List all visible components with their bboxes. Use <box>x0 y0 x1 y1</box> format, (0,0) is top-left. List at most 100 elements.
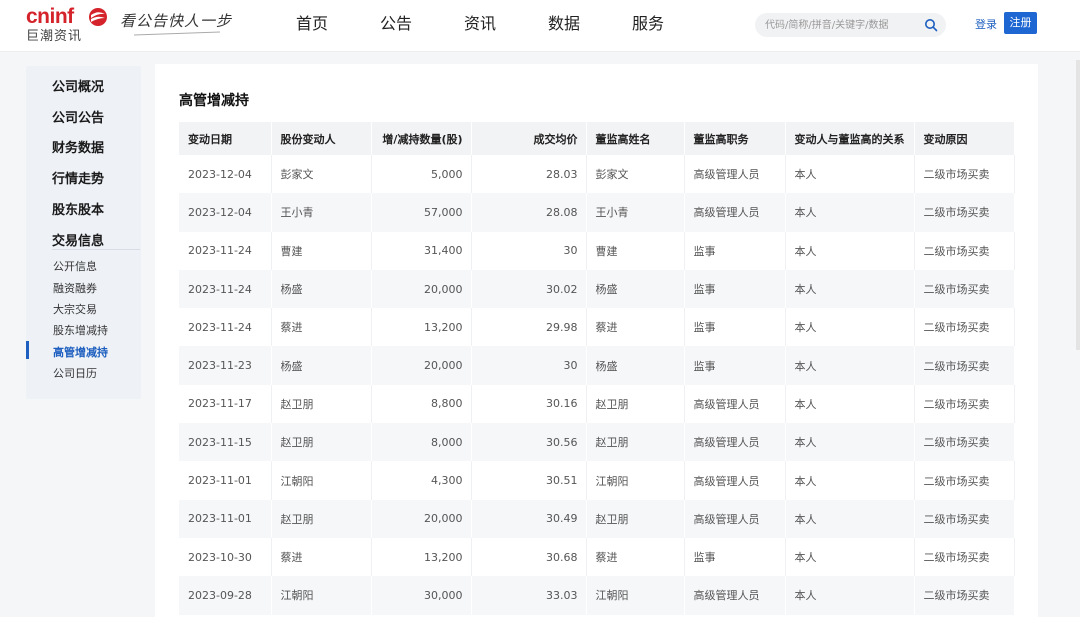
cell-reason: 二级市场买卖 <box>914 155 1015 194</box>
cell-changer: 杨盛 <box>271 346 372 385</box>
cell-date: 2023-11-24 <box>179 308 272 347</box>
sidebar-sub-public-info[interactable]: 公开信息 <box>53 258 97 274</box>
table-row: 2023-10-30 蔡进 13,200 30.68 蔡进 监事 本人 二级市场买卖 <box>179 537 1015 577</box>
cell-reason: 二级市场买卖 <box>914 346 1015 385</box>
search-icon[interactable] <box>924 18 938 32</box>
col-header-relation[interactable]: 变动人与董监高的关系 <box>785 122 915 155</box>
nav-services[interactable]: 服务 <box>606 0 690 50</box>
register-button[interactable]: 注册 <box>1004 12 1037 34</box>
table-row: 2023-11-24 杨盛 20,000 30.02 杨盛 监事 本人 二级市场买卖 <box>179 269 1015 309</box>
sidebar-item-company-announcements[interactable]: 公司公告 <box>52 107 104 126</box>
cell-exec-position: 高级管理人员 <box>684 384 786 424</box>
sidebar-active-indicator <box>26 341 29 359</box>
nav-announcements[interactable]: 公告 <box>354 0 438 50</box>
cell-reason: 二级市场买卖 <box>914 423 1015 462</box>
cell-avg-price: 33.03 <box>471 576 587 615</box>
cell-reason: 二级市场买卖 <box>914 576 1015 615</box>
cell-avg-price: 30.49 <box>471 499 587 538</box>
nav-news[interactable]: 资讯 <box>438 0 522 50</box>
cell-exec-name: 杨盛 <box>586 269 685 309</box>
cell-avg-price: 30 <box>471 231 587 270</box>
cell-changer: 蔡进 <box>271 537 372 577</box>
sidebar-item-company-overview[interactable]: 公司概况 <box>52 76 104 95</box>
cell-date: 2023-11-23 <box>179 346 272 385</box>
logo-chinese-name: 巨潮资讯 <box>26 29 83 44</box>
cell-exec-name: 杨盛 <box>586 346 685 385</box>
col-header-avg-price[interactable]: 成交均价 <box>471 122 587 155</box>
cell-exec-position: 监事 <box>684 308 786 347</box>
col-header-date[interactable]: 变动日期 <box>179 122 272 155</box>
nav-data[interactable]: 数据 <box>522 0 606 50</box>
col-header-quantity[interactable]: 增/减持数量(股) <box>371 122 472 155</box>
sidebar-sub-block-trade[interactable]: 大宗交易 <box>53 301 97 317</box>
sidebar-item-financial-data[interactable]: 财务数据 <box>52 137 104 156</box>
login-link[interactable]: 登录 <box>975 16 997 32</box>
sidebar-item-trading-info[interactable]: 交易信息 <box>52 230 104 249</box>
cell-changer: 王小青 <box>271 193 372 232</box>
cell-relation: 本人 <box>785 537 915 577</box>
cell-exec-position: 监事 <box>684 231 786 270</box>
page-scrollbar[interactable] <box>1076 60 1080 350</box>
table-header-row: 变动日期 股份变动人 增/减持数量(股) 成交均价 董监高姓名 董监高职务 变动… <box>179 122 1015 155</box>
cell-exec-name: 赵卫朋 <box>586 423 685 462</box>
cell-avg-price: 30.56 <box>471 423 587 462</box>
col-header-exec-name[interactable]: 董监高姓名 <box>586 122 685 155</box>
cell-quantity: 8,800 <box>371 384 472 424</box>
cell-avg-price: 30.02 <box>471 269 587 309</box>
cell-changer: 江朝阳 <box>271 461 372 500</box>
table-row: 2023-11-24 曹建 31,400 30 曹建 监事 本人 二级市场买卖 <box>179 231 1015 270</box>
cell-relation: 本人 <box>785 346 915 385</box>
cell-date: 2023-11-01 <box>179 499 272 538</box>
cell-date: 2023-09-28 <box>179 576 272 615</box>
cell-relation: 本人 <box>785 193 915 232</box>
cell-date: 2023-11-01 <box>179 461 272 500</box>
sidebar-sub-margin-trading[interactable]: 融资融券 <box>53 280 97 296</box>
cell-exec-name: 赵卫朋 <box>586 499 685 538</box>
col-header-changer[interactable]: 股份变动人 <box>271 122 372 155</box>
search-input[interactable] <box>755 13 915 37</box>
top-header: cninf 巨潮资讯 看公告快人一步 首页 公告 资讯 数据 服务 登录 注册 <box>0 0 1080 52</box>
cell-exec-position: 监事 <box>684 537 786 577</box>
sidebar-sub-executive-change[interactable]: 高管增减持 <box>53 344 108 360</box>
cell-avg-price: 30.16 <box>471 384 587 424</box>
cell-date: 2023-11-24 <box>179 231 272 270</box>
cell-relation: 本人 <box>785 576 915 615</box>
cell-changer: 赵卫朋 <box>271 499 372 538</box>
table-row: 2023-12-04 王小青 57,000 28.08 王小青 高级管理人员 本人 二级市场买… <box>179 193 1015 232</box>
cell-quantity: 8,000 <box>371 423 472 462</box>
cell-quantity: 57,000 <box>371 193 472 232</box>
logo-wordmark: cninf <box>26 5 74 28</box>
cell-relation: 本人 <box>785 231 915 270</box>
slogan: 看公告快人一步 <box>120 12 233 30</box>
cell-exec-name: 蔡进 <box>586 537 685 577</box>
cell-date: 2023-12-04 <box>179 193 272 232</box>
sidebar-item-market-trend[interactable]: 行情走势 <box>52 168 104 187</box>
cell-date: 2023-11-17 <box>179 384 272 424</box>
sidebar-sub-company-calendar[interactable]: 公司日历 <box>53 365 97 381</box>
cell-date: 2023-11-24 <box>179 269 272 309</box>
cell-exec-position: 高级管理人员 <box>684 423 786 462</box>
search-box <box>755 13 946 37</box>
table-row: 2023-11-17 赵卫朋 8,800 30.16 赵卫朋 高级管理人员 本人 二级市场买卖 <box>179 384 1015 424</box>
cell-quantity: 20,000 <box>371 346 472 385</box>
col-header-reason[interactable]: 变动原因 <box>914 122 1015 155</box>
cell-relation: 本人 <box>785 384 915 424</box>
main-nav: 首页 公告 资讯 数据 服务 <box>270 0 690 50</box>
table-row: 2023-11-24 蔡进 13,200 29.98 蔡进 监事 本人 二级市场买卖 <box>179 308 1015 347</box>
cell-date: 2023-10-30 <box>179 537 272 577</box>
cell-exec-position: 高级管理人员 <box>684 461 786 500</box>
cell-avg-price: 30.68 <box>471 537 587 577</box>
sidebar-item-shareholder-equity[interactable]: 股东股本 <box>52 199 104 218</box>
cell-relation: 本人 <box>785 423 915 462</box>
cell-changer: 曹建 <box>271 231 372 270</box>
col-header-exec-position[interactable]: 董监高职务 <box>684 122 786 155</box>
site-logo[interactable]: cninf 巨潮资讯 <box>26 6 108 46</box>
cell-changer: 江朝阳 <box>271 576 372 615</box>
nav-home[interactable]: 首页 <box>270 0 354 50</box>
sidebar-sub-shareholder-change[interactable]: 股东增减持 <box>53 322 108 338</box>
page-title: 高管增减持 <box>179 93 249 109</box>
cell-relation: 本人 <box>785 155 915 194</box>
cell-exec-position: 监事 <box>684 269 786 309</box>
table-row: 2023-11-01 赵卫朋 20,000 30.49 赵卫朋 高级管理人员 本人 二级市场买… <box>179 499 1015 538</box>
cell-changer: 赵卫朋 <box>271 384 372 424</box>
